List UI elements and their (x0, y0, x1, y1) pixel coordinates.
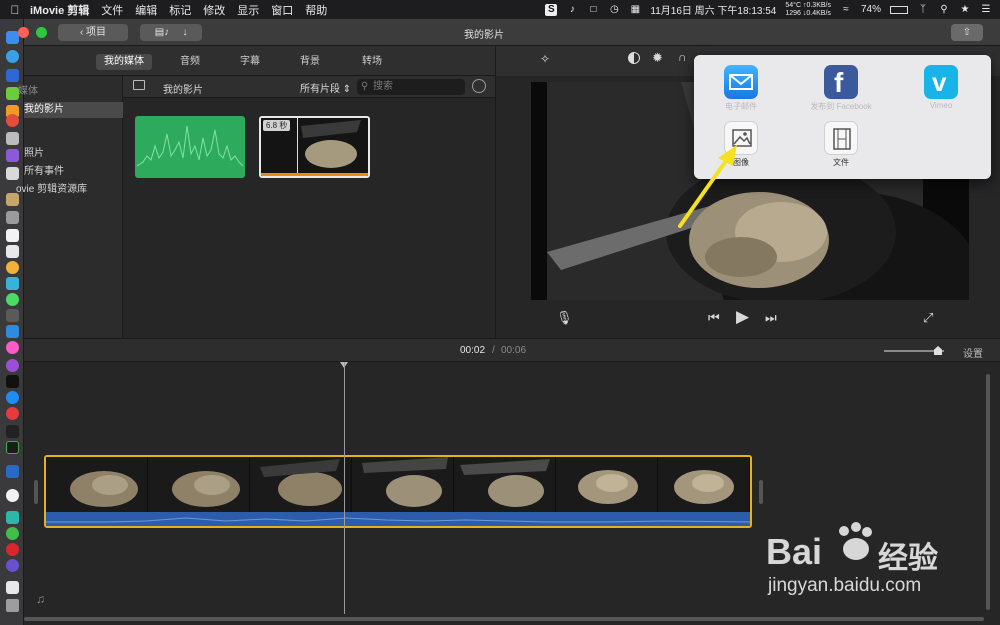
zoom-slider-knob[interactable] (934, 346, 942, 355)
clip-frame (454, 457, 556, 512)
screen:  iMovie 剪辑 文件 编辑 标记 修改 显示 窗口 帮助 S ♪ □ ◷… (0, 0, 1000, 625)
zoom-slider[interactable] (884, 346, 944, 355)
timecode-separator: / (492, 345, 495, 356)
music-note-icon: ♫ (36, 592, 45, 606)
timeline-header: 00:02 / 00:06 设置 (24, 338, 1000, 362)
clip-frame (658, 457, 750, 512)
timeline-settings[interactable]: 设置 (963, 345, 983, 360)
clip-frame (250, 457, 352, 512)
clip-frame (352, 457, 454, 512)
watermark-url: jingyan.baidu.com (768, 575, 922, 596)
paw-logo-icon (832, 521, 876, 565)
watermark-brand: Bai (766, 531, 823, 572)
baidu-watermark: Bai 经验 jingyan.baidu.com (766, 515, 986, 605)
clip-right-handle[interactable] (759, 480, 763, 504)
clip-audio-waveform (46, 512, 750, 526)
clip-frame (46, 457, 148, 512)
timeline-vertical-scrollbar[interactable] (986, 374, 990, 610)
current-timecode: 00:02 (460, 345, 486, 356)
clip-left-handle[interactable] (34, 480, 38, 504)
watermark-brand-cn: 经验 (878, 542, 938, 575)
clip-frame (148, 457, 250, 512)
clip-frame (556, 457, 658, 512)
playhead[interactable] (344, 362, 345, 614)
timeline-scrollbar[interactable] (24, 617, 984, 621)
total-timecode: 00:06 (501, 345, 527, 356)
timeline-clip[interactable] (44, 455, 752, 528)
